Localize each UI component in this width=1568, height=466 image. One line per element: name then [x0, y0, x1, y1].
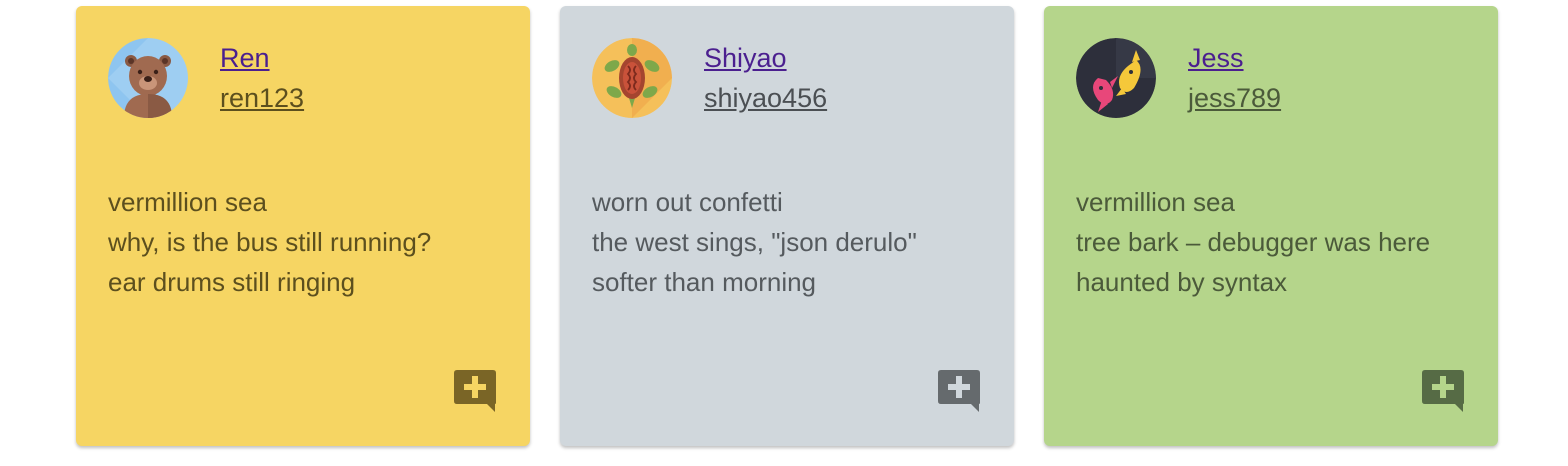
user-name-link[interactable]: Shiyao — [704, 42, 787, 74]
bear-avatar-icon — [108, 38, 188, 118]
poem-card: Shiyao shiyao456 worn out confetti the w… — [560, 6, 1014, 446]
poem-text: worn out confetti the west sings, "json … — [592, 182, 917, 302]
poem-line: tree bark – debugger was here — [1076, 227, 1431, 257]
user-name-link[interactable]: Jess — [1188, 42, 1244, 74]
poem-card-list: Ren ren123 vermillion sea why, is the bu… — [0, 0, 1568, 466]
add-comment-icon — [938, 370, 980, 412]
poem-line: worn out confetti — [592, 187, 783, 217]
poem-line: vermillion sea — [108, 187, 267, 217]
add-comment-icon — [1422, 370, 1464, 412]
user-handle-link[interactable]: ren123 — [220, 82, 304, 114]
add-comment-button[interactable] — [454, 370, 496, 412]
poem-text: vermillion sea why, is the bus still run… — [108, 182, 431, 302]
poem-card: Jess jess789 vermillion sea tree bark – … — [1044, 6, 1498, 446]
poem-card: Ren ren123 vermillion sea why, is the bu… — [76, 6, 530, 446]
poem-text: vermillion sea tree bark – debugger was … — [1076, 182, 1430, 302]
turtle-avatar-icon — [592, 38, 672, 118]
fish-avatar-icon — [1076, 38, 1156, 118]
poem-line: the west sings, "json derulo" — [592, 227, 917, 257]
add-comment-button[interactable] — [938, 370, 980, 412]
poem-line: ear drums still ringing — [108, 267, 356, 297]
poem-line: vermillion sea — [1076, 187, 1235, 217]
user-handle-link[interactable]: jess789 — [1188, 82, 1281, 114]
add-comment-icon — [454, 370, 496, 412]
poem-line: softer than morning — [592, 267, 817, 297]
user-handle-link[interactable]: shiyao456 — [704, 82, 827, 114]
poem-line: haunted by syntax — [1076, 267, 1288, 297]
user-name-link[interactable]: Ren — [220, 42, 270, 74]
add-comment-button[interactable] — [1422, 370, 1464, 412]
poem-line: why, is the bus still running? — [108, 227, 432, 257]
